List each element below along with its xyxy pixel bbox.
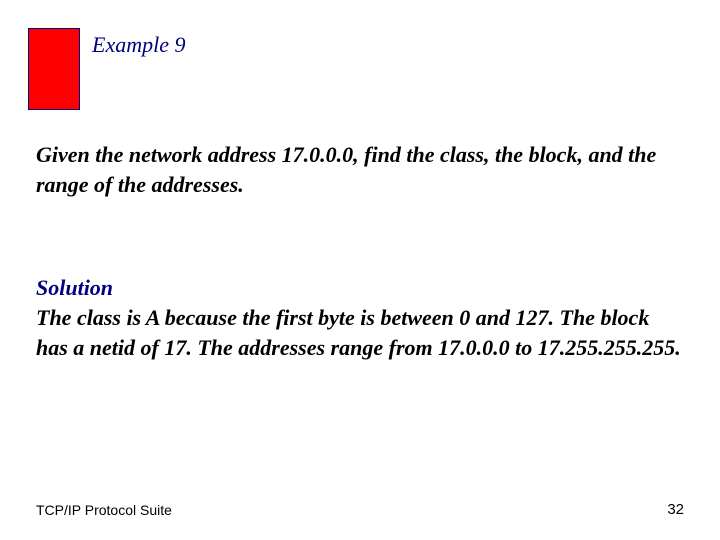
solution-body: The class is A because the first byte is… xyxy=(36,303,686,362)
example-title: Example 9 xyxy=(92,32,185,58)
problem-statement: Given the network address 17.0.0.0, find… xyxy=(36,140,686,199)
page-number: 32 xyxy=(667,501,684,518)
footer-source: TCP/IP Protocol Suite xyxy=(36,502,172,518)
solution-heading: Solution xyxy=(36,275,113,301)
accent-box xyxy=(28,28,80,110)
